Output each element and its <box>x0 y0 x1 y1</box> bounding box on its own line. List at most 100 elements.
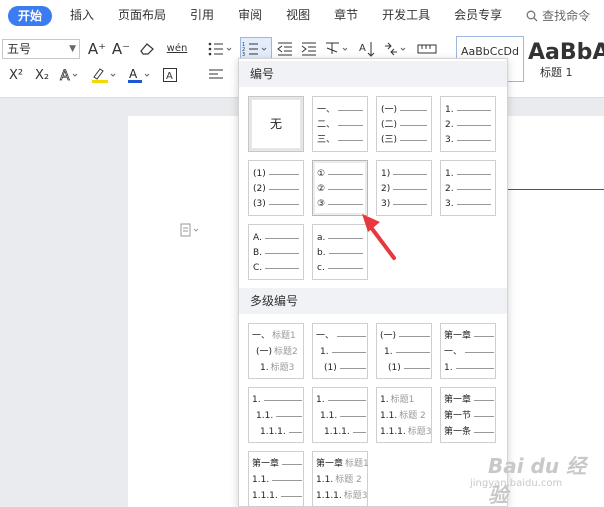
numbering-preview-row: ① <box>317 167 363 181</box>
bullet-list-icon[interactable] <box>206 39 236 59</box>
numbering-style-option[interactable]: A. B. C. <box>248 224 304 280</box>
numbering-marker: b. <box>317 248 326 258</box>
numbering-marker: 1.1. <box>252 475 270 485</box>
numbering-preview-row: (三) <box>381 133 427 147</box>
tab-developer[interactable]: 开发工具 <box>370 0 442 31</box>
subscript-button[interactable]: X₂ <box>32 65 52 85</box>
numbering-marker: 1. <box>252 395 261 405</box>
eraser-icon[interactable] <box>138 39 156 59</box>
multilevel-style-option[interactable]: 一、 标题1 (一) 标题2 1. 标题3 <box>248 323 304 379</box>
numbering-marker: 一、 <box>317 105 336 115</box>
svg-text:A: A <box>359 43 366 54</box>
multilevel-style-option[interactable]: 1. 标题1 1.1. 标题 2 1.1.1. 标题3 <box>376 387 432 443</box>
tab-review[interactable]: 审阅 <box>226 0 274 31</box>
numbering-marker: 1.1. <box>316 475 334 485</box>
numbering-marker: 1. <box>260 363 269 373</box>
placeholder-line <box>339 367 366 369</box>
numbering-preview-row: (一) <box>381 103 427 117</box>
sort-icon[interactable]: A <box>358 39 376 59</box>
placeholder-line <box>474 431 494 433</box>
placeholder-line <box>328 188 363 190</box>
style-heading-1[interactable]: AaBbA 标题 1 <box>528 36 604 92</box>
multilevel-preview-row: 第一章 <box>444 393 494 407</box>
numbering-preview-row: 1. <box>445 103 491 117</box>
numbering-style-option[interactable]: 1. 2. 3. <box>440 96 496 152</box>
placeholder-line <box>400 109 427 111</box>
paragraph-marker-icon[interactable] <box>180 223 202 240</box>
numbering-marker: 3. <box>445 135 454 145</box>
numbering-marker: 1.1. <box>320 411 338 421</box>
superscript-button[interactable]: X² <box>6 65 26 85</box>
align-left-icon[interactable] <box>206 65 226 85</box>
multilevel-style-option[interactable]: 第一章 标题1 1.1. 标题 2 1.1.1. 标题3 <box>312 451 369 507</box>
multilevel-preview-row: 1.1.1. <box>260 425 302 439</box>
multilevel-style-option[interactable]: 1. 1.1. 1.1.1. <box>248 387 304 443</box>
numbering-marker: 1. <box>316 395 325 405</box>
tab-member[interactable]: 会员专享 <box>442 0 514 31</box>
font-color-icon[interactable]: A <box>126 65 154 85</box>
numbering-style-option[interactable]: 1) 2) 3) <box>376 160 432 216</box>
multilevel-style-option[interactable]: 第一章 一、 1. <box>440 323 496 379</box>
pinyin-button[interactable]: wén <box>162 37 192 59</box>
multilevel-preview-row: 1.1. 标题 2 <box>316 473 366 487</box>
increase-indent-icon[interactable] <box>300 39 318 59</box>
placeholder-line <box>327 399 366 401</box>
placeholder-line <box>327 267 363 269</box>
text-effect-icon[interactable]: A <box>58 65 80 85</box>
numbering-style-option[interactable]: (一) (二) (三) <box>376 96 432 152</box>
multilevel-style-option[interactable]: 第一章 1.1. 1.1.1. <box>248 451 304 507</box>
tab-page-layout[interactable]: 页面布局 <box>106 0 178 31</box>
numbering-preview-row: 2) <box>381 182 427 196</box>
placeholder-line <box>338 124 363 126</box>
numbering-preview-row: 二、 <box>317 118 363 132</box>
numbering-preview-row: (二) <box>381 118 427 132</box>
multilevel-preview-row: 1.1. <box>320 409 366 423</box>
tab-insert[interactable]: 插入 <box>58 0 106 31</box>
shrink-font-button[interactable]: A⁻ <box>112 39 130 59</box>
numbering-none-option[interactable]: 无 <box>248 96 304 152</box>
placeholder-line <box>265 252 299 254</box>
multilevel-style-option[interactable]: 第一章 第一节 第一条 <box>440 387 496 443</box>
decrease-indent-icon[interactable] <box>276 39 294 59</box>
numbering-style-option[interactable]: 1. 2. 3. <box>440 160 496 216</box>
numbering-marker: (一) <box>256 347 273 357</box>
tab-view[interactable]: 视图 <box>274 0 322 31</box>
multilevel-preview-row: (1) <box>388 361 430 375</box>
numbering-marker: 一、 <box>316 331 335 341</box>
numbering-style-option[interactable]: ① ② ③ <box>312 160 368 216</box>
search-label: 查找命令 <box>542 9 591 23</box>
multilevel-style-option[interactable]: 一、 1. (1) <box>312 323 368 379</box>
grow-font-button[interactable]: A⁺ <box>88 39 106 59</box>
numbering-marker: (1) <box>253 169 266 179</box>
numbering-style-option[interactable]: (1) (2) (3) <box>248 160 304 216</box>
numbering-marker: a. <box>317 233 326 243</box>
numbering-marker: 第一章 <box>444 395 472 405</box>
tab-home[interactable]: 开始 <box>8 5 53 26</box>
multilevel-style-option[interactable]: 1. 1.1. 1.1.1. <box>312 387 368 443</box>
ruler-icon[interactable] <box>416 39 438 59</box>
multilevel-preview-row: 1.1.1. 标题3 <box>316 489 368 503</box>
placeholder-line <box>465 351 494 353</box>
numbering-style-option[interactable]: 一、 二、 三、 <box>312 96 368 152</box>
numbering-marker: 2) <box>381 184 391 194</box>
numbering-preview-row: ③ <box>317 197 363 211</box>
numbering-marker: B. <box>253 248 263 258</box>
text-direction-icon[interactable] <box>324 39 352 59</box>
font-size-value: 五号 <box>7 42 32 56</box>
numbering-marker: 第一条 <box>444 427 472 437</box>
highlight-color-icon[interactable] <box>90 65 120 85</box>
placeholder-line <box>456 188 491 190</box>
multilevel-preview-row: 1.1.1. <box>252 489 302 503</box>
font-size-select[interactable]: 五号 ▼ <box>2 39 80 59</box>
line-spacing-icon[interactable] <box>382 39 410 59</box>
tab-references[interactable]: 引用 <box>178 0 226 31</box>
multilevel-preview-row: 第一节 <box>444 409 494 423</box>
placeholder-line <box>331 351 366 353</box>
search-icon <box>526 10 538 21</box>
multilevel-style-option[interactable]: (一) 1. (1) <box>376 323 432 379</box>
heading-hint: 标题3 <box>343 491 368 501</box>
tab-section[interactable]: 章节 <box>322 0 370 31</box>
search-command[interactable]: 查找命令 <box>526 7 590 24</box>
char-border-icon[interactable]: A <box>160 65 180 85</box>
placeholder-line <box>456 124 491 126</box>
